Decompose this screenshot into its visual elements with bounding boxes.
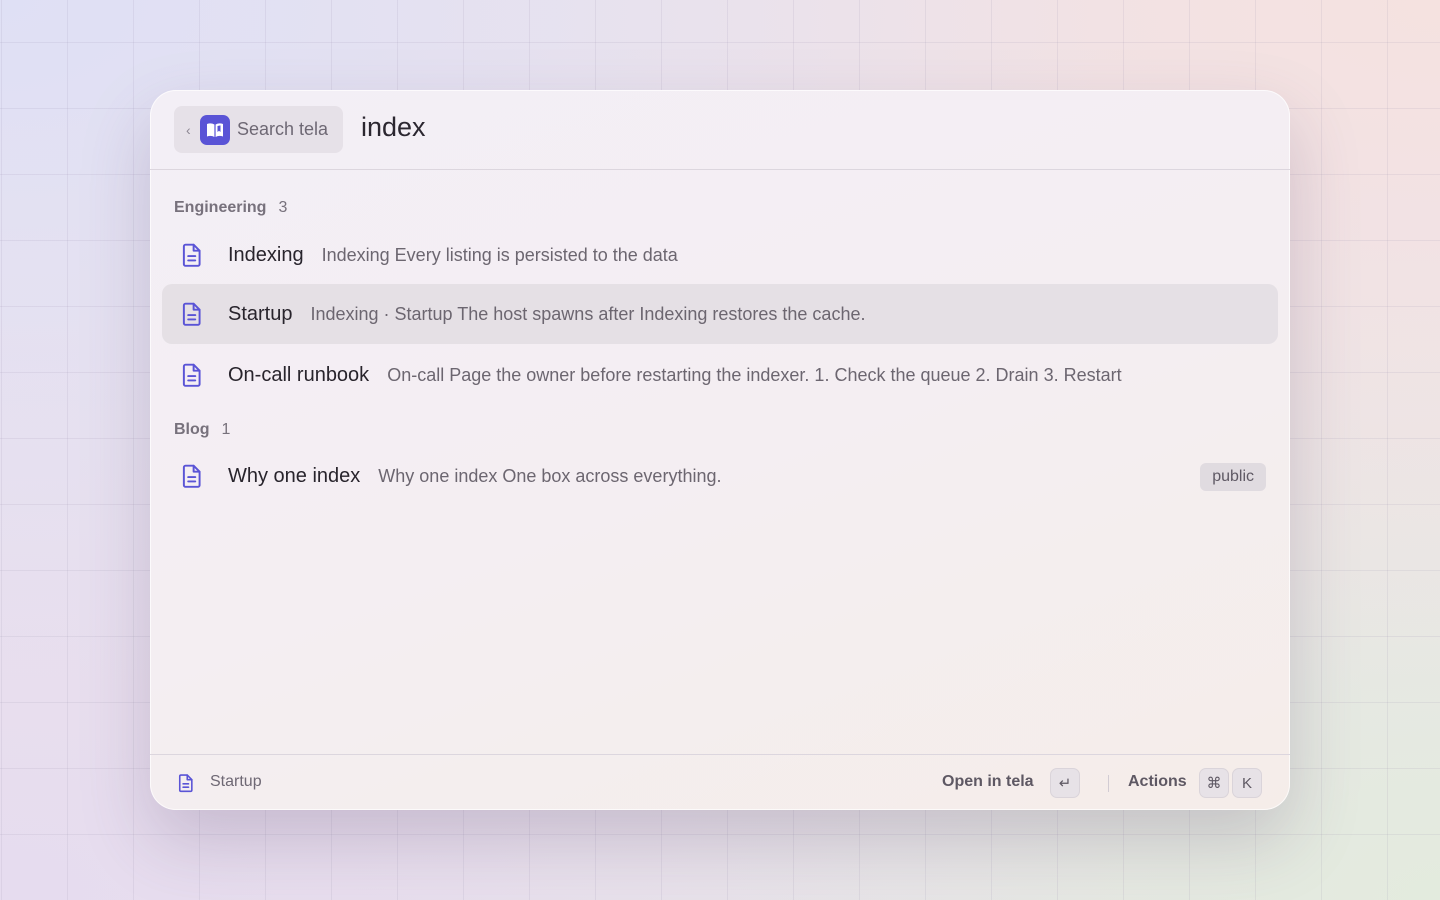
result-row-indexing[interactable]: Indexing Indexing Every listing is persis… [162,225,1278,285]
result-title: Startup Indexing · Startup The host spawn… [228,302,866,325]
return-key-icon: ↵ [1050,768,1080,798]
document-icon [182,302,201,326]
document-icon [182,243,201,267]
result-snippet: Indexing · Startup The host spawns after… [310,303,866,324]
result-title: On-call runbook On-call Page the owner be… [228,363,1122,386]
command-palette-window: ‹ Search tela index Engineering 3 Indexin… [150,90,1290,810]
action-bar: Startup Open in tela ↵ Actions ⌘ K [150,754,1290,810]
section-label: Blog [174,421,210,438]
result-row-why-one-index[interactable]: Why one index Why one index One box acros… [162,446,1278,506]
section-title-engineering: Engineering 3 [174,199,287,217]
section-label: Engineering [174,199,267,216]
result-snippet: On-call Page the owner before restarting… [387,364,1122,385]
actions-button[interactable]: Actions [1128,773,1187,791]
open-in-tela-button[interactable]: Open in tela [942,773,1034,791]
search-input[interactable]: index [361,112,426,143]
document-icon [182,464,201,488]
result-title: Why one index Why one index One box acros… [228,464,722,487]
search-header: ‹ Search tela index [150,90,1290,170]
k-key-icon: K [1232,768,1262,798]
scope-label: Search tela [237,119,329,139]
section-title-blog: Blog 1 [174,421,230,439]
section-count: 3 [278,199,288,216]
section-count: 1 [221,421,231,438]
chevron-left-icon[interactable]: ‹ [186,122,200,138]
document-icon [182,363,201,387]
command-key-icon: ⌘ [1199,768,1229,798]
result-title: Indexing Indexing Every listing is persis… [228,243,678,266]
scope-chip[interactable]: ‹ Search tela [174,106,343,153]
result-row-startup[interactable]: Startup Indexing · Startup The host spawn… [162,284,1278,344]
document-icon [178,774,193,793]
result-snippet: Why one index One box across everything. [378,465,722,486]
result-row-on-call-runbook[interactable]: On-call runbook On-call Page the owner be… [162,345,1278,405]
selected-item-label: Startup [210,773,262,790]
footer-divider [1108,775,1109,792]
book-icon [200,114,230,145]
result-snippet: Indexing Every listing is persisted to t… [321,244,678,265]
visibility-badge: public [1200,463,1266,491]
